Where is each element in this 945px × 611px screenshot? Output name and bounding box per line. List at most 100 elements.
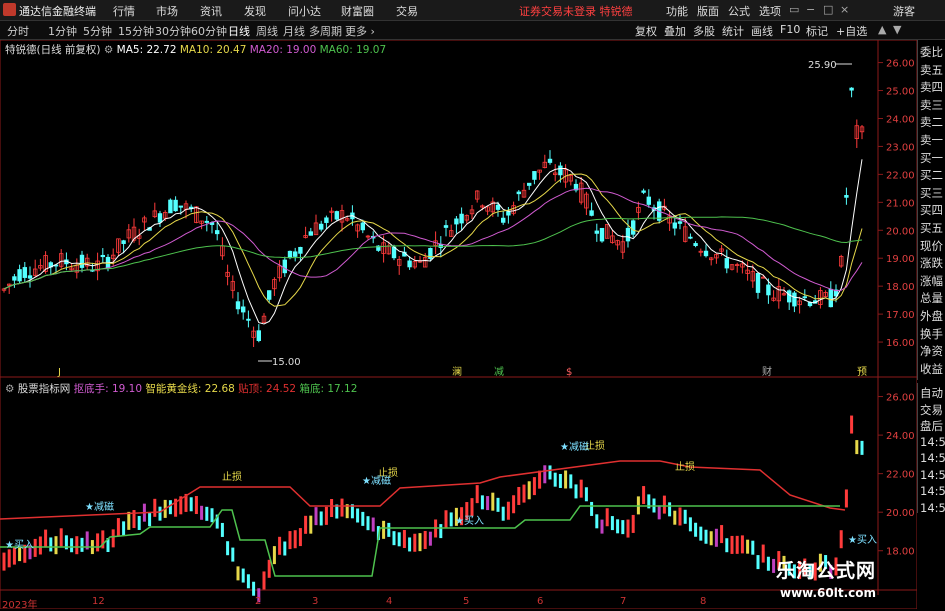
indicator-bar — [720, 525, 724, 544]
indicator-bar — [153, 498, 157, 517]
indicator-bar — [543, 465, 547, 484]
candle-body — [703, 250, 709, 257]
nav-down-icon[interactable]: ▼ — [893, 23, 901, 36]
indicator-bar — [766, 556, 770, 571]
candle-body — [235, 301, 241, 310]
candle-body — [287, 250, 293, 259]
event-marker: 澜 — [452, 366, 462, 378]
indicator-bar — [449, 512, 453, 527]
window-control-minimize-icon[interactable]: − — [806, 3, 815, 16]
indicator-bar — [226, 541, 230, 556]
indicator-bar — [668, 502, 672, 517]
candle-body — [849, 87, 854, 91]
period-15min[interactable]: 15分钟 — [118, 23, 154, 39]
period-monthly[interactable]: 月线 — [283, 23, 305, 39]
indicator-bar — [501, 506, 505, 521]
indicator-bar — [70, 538, 74, 553]
menu-item-quotes[interactable]: 行情 — [113, 3, 135, 19]
menu-item-layout[interactable]: 版面 — [697, 3, 719, 19]
menu-item-options[interactable]: 选项 — [759, 3, 781, 19]
indicator-bar — [2, 552, 6, 571]
period-60min[interactable]: 60分钟 — [191, 23, 227, 39]
quote-field-9: 买四 — [920, 203, 943, 218]
indicator-bar — [75, 536, 79, 555]
indicator-bar — [392, 531, 396, 546]
window-control-close-icon[interactable]: × — [840, 3, 849, 16]
candle-body — [594, 230, 599, 234]
indicator-bar — [735, 535, 739, 554]
indicator-bar — [283, 541, 287, 556]
indicator-bar — [475, 485, 479, 504]
window-control-restore-icon[interactable]: ▭ — [789, 3, 799, 16]
broker-login-warning[interactable]: 证券交易未登录 特锐德 — [519, 3, 633, 19]
quote-field-0: 委比 — [920, 45, 943, 59]
menu-item-discover[interactable]: 发现 — [244, 3, 266, 19]
candle-body — [298, 246, 303, 254]
broker-stock-name: 特锐德 — [599, 5, 633, 18]
period-daily[interactable]: 日线 — [228, 23, 250, 39]
price-tick-label: 24.00 — [886, 114, 915, 125]
candle-body — [495, 204, 501, 210]
indicator-bar — [486, 496, 490, 511]
sub-price-tick-label: 20.00 — [886, 508, 915, 519]
candle-body — [688, 236, 693, 239]
menu-item-formula[interactable]: 公式 — [728, 3, 750, 19]
tool-mark[interactable]: 标记 — [806, 23, 828, 39]
period-1min[interactable]: 1分钟 — [48, 23, 77, 39]
tool-add-favorite[interactable]: +自选 — [836, 23, 867, 39]
tool-statistics[interactable]: 统计 — [722, 23, 744, 39]
candle-body — [204, 220, 209, 223]
indicator-annotation: 止损 — [222, 470, 242, 483]
menu-item-function[interactable]: 功能 — [666, 3, 688, 19]
period-multi[interactable]: 多周期 — [309, 23, 342, 39]
nav-up-icon[interactable]: ▲ — [878, 23, 886, 36]
tool-multi-stock[interactable]: 多股 — [693, 23, 715, 39]
menu-item-wealth[interactable]: 财富圈 — [341, 3, 374, 19]
indicator-bar — [241, 568, 245, 583]
candle-body — [22, 267, 27, 278]
tool-overlay[interactable]: 叠加 — [664, 23, 686, 39]
candle-body — [828, 288, 833, 308]
candle-body — [558, 165, 563, 176]
menu-item-ask[interactable]: 问小达 — [288, 3, 321, 19]
menu-item-trade[interactable]: 交易 — [396, 3, 418, 19]
period-toolbar: 分时 1分钟 5分钟 15分钟 30分钟 60分钟 日线 周线 月线 多周期 更… — [0, 21, 945, 40]
quote-field-17: 净资 — [920, 344, 943, 359]
window-control-maximize-icon[interactable]: □ — [823, 3, 833, 16]
indicator-bar — [272, 546, 276, 565]
indicator-bar — [860, 440, 864, 455]
candle-body — [391, 246, 397, 259]
indicator-bar — [751, 540, 755, 555]
kline-chart-area[interactable]: 26.00 25.00 24.00 23.00 22.00 21.00 20.00 19.00… — [0, 40, 917, 609]
event-marker: 财 — [762, 365, 772, 378]
tool-f10[interactable]: F10 — [780, 23, 800, 36]
quote-field-8: 买三 — [920, 185, 943, 200]
price-tick-label: 20.00 — [886, 226, 915, 237]
indicator-bar — [616, 519, 620, 534]
tool-adjust[interactable]: 复权 — [635, 23, 657, 39]
quote-field-4: 卖二 — [920, 115, 943, 130]
indicator-bar — [382, 520, 386, 539]
indicator-annotation: ★减磁 — [85, 500, 114, 513]
tool-draw[interactable]: 画线 — [751, 23, 773, 39]
period-5min[interactable]: 5分钟 — [83, 23, 112, 39]
menu-item-news[interactable]: 资讯 — [200, 3, 222, 19]
indicator-bar — [236, 566, 240, 581]
x-axis-label: 12 — [92, 596, 105, 607]
indicator-bar — [127, 511, 131, 530]
indicator-bar — [688, 517, 692, 532]
indicator-bar — [772, 558, 776, 573]
candle-body — [282, 259, 287, 274]
period-30min[interactable]: 30分钟 — [155, 23, 191, 39]
menu-item-market[interactable]: 市场 — [156, 3, 178, 19]
indicator-bar — [600, 519, 604, 534]
candle-body — [168, 199, 173, 214]
period-timeshare[interactable]: 分时 — [7, 23, 29, 39]
indicator-bar — [683, 509, 687, 524]
period-more[interactable]: 更多 › — [345, 23, 375, 39]
candle-body — [27, 275, 33, 279]
period-weekly[interactable]: 周线 — [256, 23, 278, 39]
indicator-bar — [298, 528, 302, 547]
user-guest-label[interactable]: 游客 — [893, 3, 915, 19]
indicator-bar — [361, 511, 365, 526]
